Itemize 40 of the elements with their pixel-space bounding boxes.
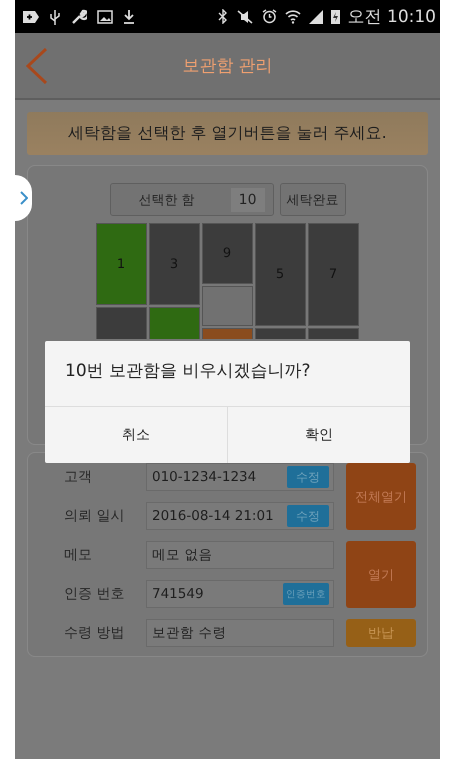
- locker-cell[interactable]: 1: [96, 223, 146, 305]
- field-value: 010-1234-1234: [152, 469, 256, 485]
- dialog-button[interactable]: 취소: [45, 407, 227, 463]
- download-icon: [123, 8, 135, 24]
- wifi-icon: [284, 9, 301, 24]
- selected-box-label: 선택한 함: [138, 192, 195, 208]
- image-icon: [97, 10, 113, 24]
- signal-icon: [308, 10, 323, 24]
- wash-done-button[interactable]: 세탁완료: [280, 183, 346, 216]
- screen-title: 보관함 관리: [182, 55, 273, 77]
- chevron-right-icon: [20, 191, 28, 205]
- instruction-banner: 세탁함을 선택한 후 열기버튼을 눌러 주세요.: [27, 112, 428, 155]
- field-value: 보관함 수령: [152, 624, 226, 642]
- dialog-button[interactable]: 확인: [227, 407, 410, 463]
- field-value: 741549: [152, 586, 204, 602]
- plus-tag-icon: [23, 10, 39, 24]
- field-value: 2016-08-14 21:01: [152, 508, 274, 524]
- side-drawer-tab[interactable]: [15, 175, 32, 221]
- field-label: 의뢰 일시: [64, 507, 126, 525]
- field-value: 메모 없음: [152, 546, 212, 564]
- back-icon[interactable]: [25, 47, 49, 85]
- edit-button[interactable]: 인증번호: [283, 583, 329, 605]
- selected-box-number: 10: [230, 188, 264, 212]
- battery-icon: [330, 9, 340, 24]
- usb-icon: [49, 8, 61, 24]
- dialog-message: 10번 보관함을 비우시겠습니까?: [64, 360, 312, 383]
- status-time: 오전 10:10: [348, 6, 436, 28]
- edit-button[interactable]: 수정: [287, 466, 329, 488]
- locker-cell[interactable]: [202, 286, 252, 326]
- field-label: 메모: [64, 546, 93, 564]
- field-label: 고객: [64, 468, 93, 486]
- edit-button[interactable]: 수정: [287, 505, 329, 527]
- field-label: 수령 방법: [64, 624, 126, 642]
- field-label: 인증 번호: [64, 585, 126, 603]
- action-button[interactable]: 전체열기: [346, 463, 416, 530]
- bluetooth-icon: [218, 9, 228, 24]
- action-button[interactable]: 반납: [346, 619, 416, 647]
- alarm-icon: [262, 9, 277, 24]
- mute-icon: [236, 10, 254, 24]
- action-button[interactable]: 열기: [346, 541, 416, 608]
